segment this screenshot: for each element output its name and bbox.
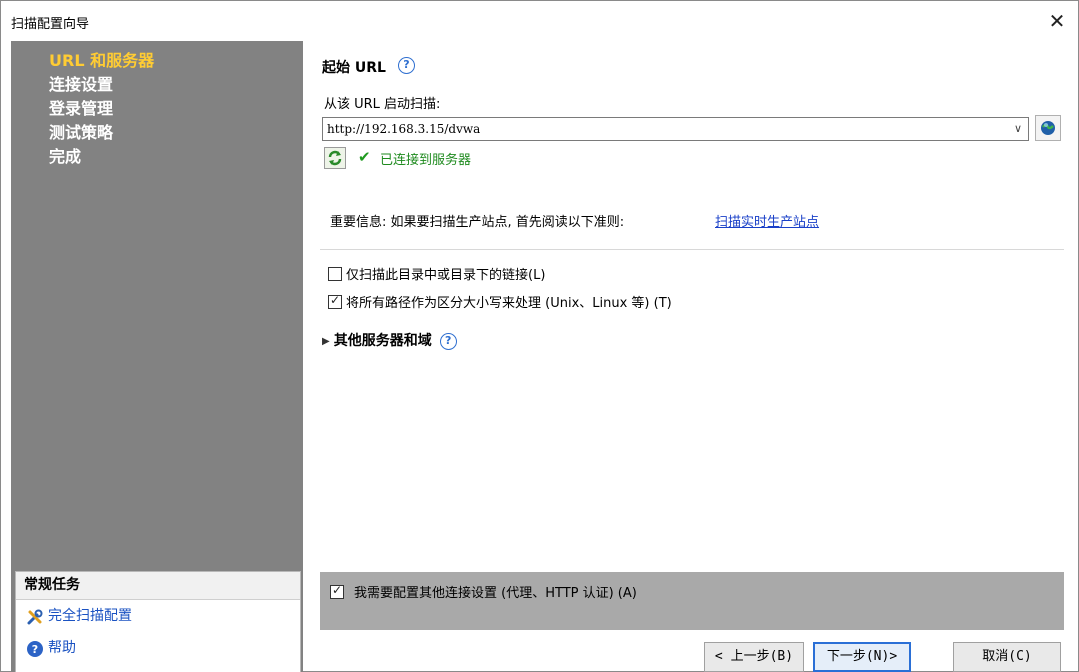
common-tasks-header: 常规任务 — [16, 572, 300, 600]
checkbox-box[interactable] — [328, 267, 342, 281]
check-icon: ✓ — [330, 293, 341, 307]
important-info-text: 重要信息: 如果要扫描生产站点, 首先阅读以下准则: — [330, 215, 625, 230]
scan-production-site-link[interactable]: 扫描实时生产站点 — [715, 211, 819, 230]
other-servers-help-icon[interactable]: ? — [439, 332, 457, 350]
chevron-down-icon[interactable]: ∨ — [1008, 118, 1028, 140]
svg-text:?: ? — [32, 643, 38, 656]
common-tasks-panel: 常规任务 完全扫描配置 ? 帮助 — [15, 571, 301, 672]
cancel-button[interactable]: 取消(C) — [953, 642, 1061, 672]
checkbox-box-checked[interactable]: ✓ — [328, 293, 342, 309]
next-button[interactable]: 下一步(N)> — [813, 642, 911, 672]
tools-icon — [27, 609, 43, 625]
wizard-content: 起始 URL ? 从该 URL 启动扫描: http://192.168.3.1… — [320, 41, 1064, 672]
configure-proxy-label: 我需要配置其他连接设置 (代理、HTTP 认证) (A) — [354, 586, 637, 601]
previous-button[interactable]: < 上一步(B) — [704, 642, 804, 672]
help-link[interactable]: ? 帮助 — [16, 632, 300, 664]
full-scan-config-label: 完全扫描配置 — [48, 608, 132, 624]
wizard-sidebar: URL 和服务器 连接设置 登录管理 测试策略 完成 常规任务 完全扫描配置 ? — [11, 41, 303, 672]
scan-directory-only-checkbox[interactable]: 仅扫描此目录中或目录下的链接(L) — [328, 264, 545, 283]
checkbox-box-checked[interactable]: ✓ — [330, 583, 344, 599]
section-title: 起始 URL — [322, 60, 386, 76]
start-url-help-icon[interactable]: ? — [398, 57, 415, 74]
check-icon: ✓ — [332, 583, 343, 597]
configure-proxy-checkbox[interactable]: ✓ 我需要配置其他连接设置 (代理、HTTP 认证) (A) — [330, 582, 637, 601]
other-servers-expander[interactable]: ▶ 其他服务器和域? — [322, 330, 457, 350]
step-test-policy[interactable]: 测试策略 — [49, 121, 154, 145]
help-label: 帮助 — [48, 640, 76, 656]
connection-status: 已连接到服务器 — [380, 153, 472, 168]
checkmark-icon: ✔ — [358, 148, 371, 166]
refresh-icon — [328, 150, 342, 166]
step-connection-settings[interactable]: 连接设置 — [49, 73, 154, 97]
wizard-steps: URL 和服务器 连接设置 登录管理 测试策略 完成 — [49, 49, 154, 169]
proxy-settings-panel: ✓ 我需要配置其他连接设置 (代理、HTTP 认证) (A) — [320, 572, 1064, 630]
refresh-connection-button[interactable] — [324, 147, 346, 169]
divider — [320, 249, 1064, 250]
case-sensitive-paths-label: 将所有路径作为区分大小写来处理 (Unix、Linux 等) (T) — [346, 296, 672, 311]
full-scan-config-link[interactable]: 完全扫描配置 — [16, 600, 300, 632]
help-icon: ? — [27, 641, 43, 657]
scan-config-wizard-window: 扫描配置向导 ✕ URL 和服务器 连接设置 登录管理 测试策略 完成 常规任务… — [0, 0, 1079, 672]
browse-url-button[interactable] — [1035, 115, 1061, 141]
scan-directory-only-label: 仅扫描此目录中或目录下的链接(L) — [346, 268, 546, 283]
case-sensitive-paths-checkbox[interactable]: ✓ 将所有路径作为区分大小写来处理 (Unix、Linux 等) (T) — [328, 292, 672, 311]
step-url-and-server[interactable]: URL 和服务器 — [49, 49, 154, 73]
step-finish[interactable]: 完成 — [49, 145, 154, 169]
start-url-value: http://192.168.3.15/dvwa — [327, 122, 481, 136]
step-login-management[interactable]: 登录管理 — [49, 97, 154, 121]
title-bar: 扫描配置向导 ✕ — [1, 1, 1078, 41]
globe-icon — [1041, 121, 1055, 135]
other-servers-label: 其他服务器和域 — [333, 333, 432, 349]
start-url-label: 从该 URL 启动扫描: — [324, 97, 441, 112]
close-icon[interactable]: ✕ — [1042, 7, 1072, 35]
window-title: 扫描配置向导 — [11, 17, 90, 32]
start-url-combobox[interactable]: http://192.168.3.15/dvwa ∨ — [322, 117, 1029, 141]
expand-triangle-icon: ▶ — [322, 336, 330, 347]
